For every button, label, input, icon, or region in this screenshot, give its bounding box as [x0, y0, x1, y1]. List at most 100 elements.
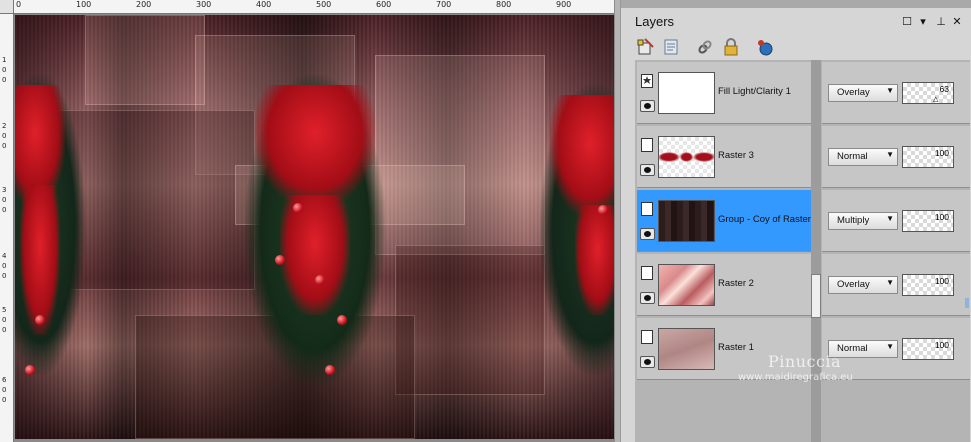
ruler-tick: 0	[2, 326, 7, 334]
raster-layer-icon	[641, 330, 653, 344]
ruler-tick: 4	[2, 252, 7, 260]
layer-thumbnail	[658, 200, 715, 242]
pin-icon[interactable]: ⊥	[935, 16, 947, 28]
layer-row-group[interactable]: Group - Coy of Raster	[637, 190, 811, 252]
dropdown-icon[interactable]: ▾	[917, 16, 929, 28]
ruler-tick: 0	[16, 0, 22, 9]
layers-list: Fill Light/Clarity 1 Overlay ▼ 63 △ Raster…	[635, 60, 970, 442]
opacity-field[interactable]: 100	[902, 338, 954, 360]
close-icon[interactable]: ✕	[951, 16, 963, 28]
opacity-value: 100	[934, 148, 949, 158]
chevron-down-icon: ▼	[886, 150, 894, 159]
ruler-tick: 100	[76, 0, 92, 9]
right-ribbon	[550, 95, 615, 215]
layer-row-raster-2[interactable]: Raster 2	[637, 254, 811, 316]
ruler-tick: 0	[2, 386, 7, 394]
opacity-value: 100	[934, 212, 949, 222]
ruler-tick: 900	[556, 0, 572, 9]
ruler-corner	[0, 0, 14, 14]
panel-edge-marker	[965, 298, 969, 308]
ruler-left: 1 0 0 2 0 0 3 0 0 4 0 0 5 0 0 6 0 0	[0, 14, 14, 442]
ruler-tick: 1	[2, 56, 7, 64]
layer-thumbnail	[658, 328, 715, 370]
opacity-value: 100	[934, 340, 949, 350]
ornament	[598, 205, 608, 215]
blend-mode-select[interactable]: Overlay ▼	[828, 276, 898, 294]
right-ribbon	[575, 205, 615, 315]
raster-layer-icon	[641, 266, 653, 280]
center-ribbon	[280, 195, 350, 315]
scrollbar-handle[interactable]	[811, 274, 821, 318]
mask-icon[interactable]	[755, 37, 775, 57]
adjustment-layer-icon	[641, 74, 653, 88]
palette-header: Layers ☐ ▾ ⊥ ✕	[621, 8, 971, 34]
layer-row-raster-3[interactable]: Raster 3	[637, 126, 811, 188]
ruler-tick: 400	[256, 0, 272, 9]
ruler-tick: 500	[316, 0, 332, 9]
group-layer-icon	[641, 202, 653, 216]
visibility-eye-icon[interactable]	[640, 100, 655, 112]
ruler-tick: 0	[2, 76, 7, 84]
visibility-eye-icon[interactable]	[640, 228, 655, 240]
opacity-field[interactable]: 100	[902, 146, 954, 168]
lock-icon[interactable]	[721, 37, 741, 57]
blend-mode-select[interactable]: Normal ▼	[828, 148, 898, 166]
layer-row-fill-light[interactable]: Fill Light/Clarity 1	[637, 62, 811, 124]
maximize-icon[interactable]: ☐	[901, 16, 913, 28]
ruler-tick: 200	[136, 0, 152, 9]
opacity-value: 63	[939, 84, 949, 94]
opacity-slider-caret-icon[interactable]: △	[933, 95, 938, 103]
layer-props-raster-1: Normal ▼ 100	[822, 318, 970, 380]
canvas-pane: 0 100 200 300 400 500 600 700 800 900 1 …	[0, 0, 620, 442]
ornament	[25, 365, 35, 375]
layer-thumbnail	[658, 72, 715, 114]
art-block	[55, 110, 255, 290]
ornament	[35, 315, 45, 325]
visibility-eye-icon[interactable]	[640, 356, 655, 368]
chevron-down-icon: ▼	[886, 342, 894, 351]
blend-mode-select[interactable]: Multiply ▼	[828, 212, 898, 230]
ruler-tick: 800	[496, 0, 512, 9]
ornament	[315, 275, 325, 285]
new-layer-icon[interactable]	[635, 37, 655, 57]
layer-name: Raster 3	[718, 150, 754, 161]
layer-name: Group - Coy of Raster	[718, 214, 811, 225]
ruler-tick: 0	[2, 272, 7, 280]
art-block	[85, 15, 205, 105]
blend-mode-value: Multiply	[837, 215, 870, 226]
ornament	[337, 315, 347, 325]
layer-name: Raster 2	[718, 278, 754, 289]
ruler-tick: 0	[2, 396, 7, 404]
ruler-tick: 300	[196, 0, 212, 9]
blend-mode-select[interactable]: Overlay ▼	[828, 84, 898, 102]
watermark-name: Pinuccia	[768, 352, 842, 371]
chevron-down-icon: ▼	[886, 86, 894, 95]
opacity-field[interactable]: 100	[902, 274, 954, 296]
ornament	[293, 203, 303, 213]
left-ribbon	[20, 185, 60, 335]
art-block	[375, 55, 545, 255]
layers-list-scrollbar[interactable]	[811, 60, 821, 442]
app-window: 0 100 200 300 400 500 600 700 800 900 1 …	[0, 0, 971, 442]
ruler-tick: 5	[2, 306, 7, 314]
ruler-top: 0 100 200 300 400 500 600 700 800 900	[14, 0, 620, 14]
link-icon[interactable]	[695, 37, 715, 57]
visibility-eye-icon[interactable]	[640, 292, 655, 304]
layers-toolbar	[621, 34, 971, 60]
visibility-eye-icon[interactable]	[640, 164, 655, 176]
opacity-field[interactable]: 63 △	[902, 82, 954, 104]
palette-top-strip	[621, 0, 971, 8]
ruler-tick: 700	[436, 0, 452, 9]
image-canvas[interactable]	[15, 15, 615, 439]
center-ribbon	[255, 85, 375, 205]
ruler-tick: 3	[2, 186, 7, 194]
raster-layer-icon	[641, 138, 653, 152]
properties-icon[interactable]	[661, 37, 681, 57]
blend-mode-value: Normal	[837, 151, 868, 162]
opacity-field[interactable]: 100	[902, 210, 954, 232]
layer-props-raster-2: Overlay ▼ 100	[822, 254, 970, 316]
ruler-tick: 0	[2, 142, 7, 150]
art-block	[395, 245, 545, 395]
layer-props-group: Multiply ▼ 100	[822, 190, 970, 252]
ruler-tick: 0	[2, 196, 7, 204]
